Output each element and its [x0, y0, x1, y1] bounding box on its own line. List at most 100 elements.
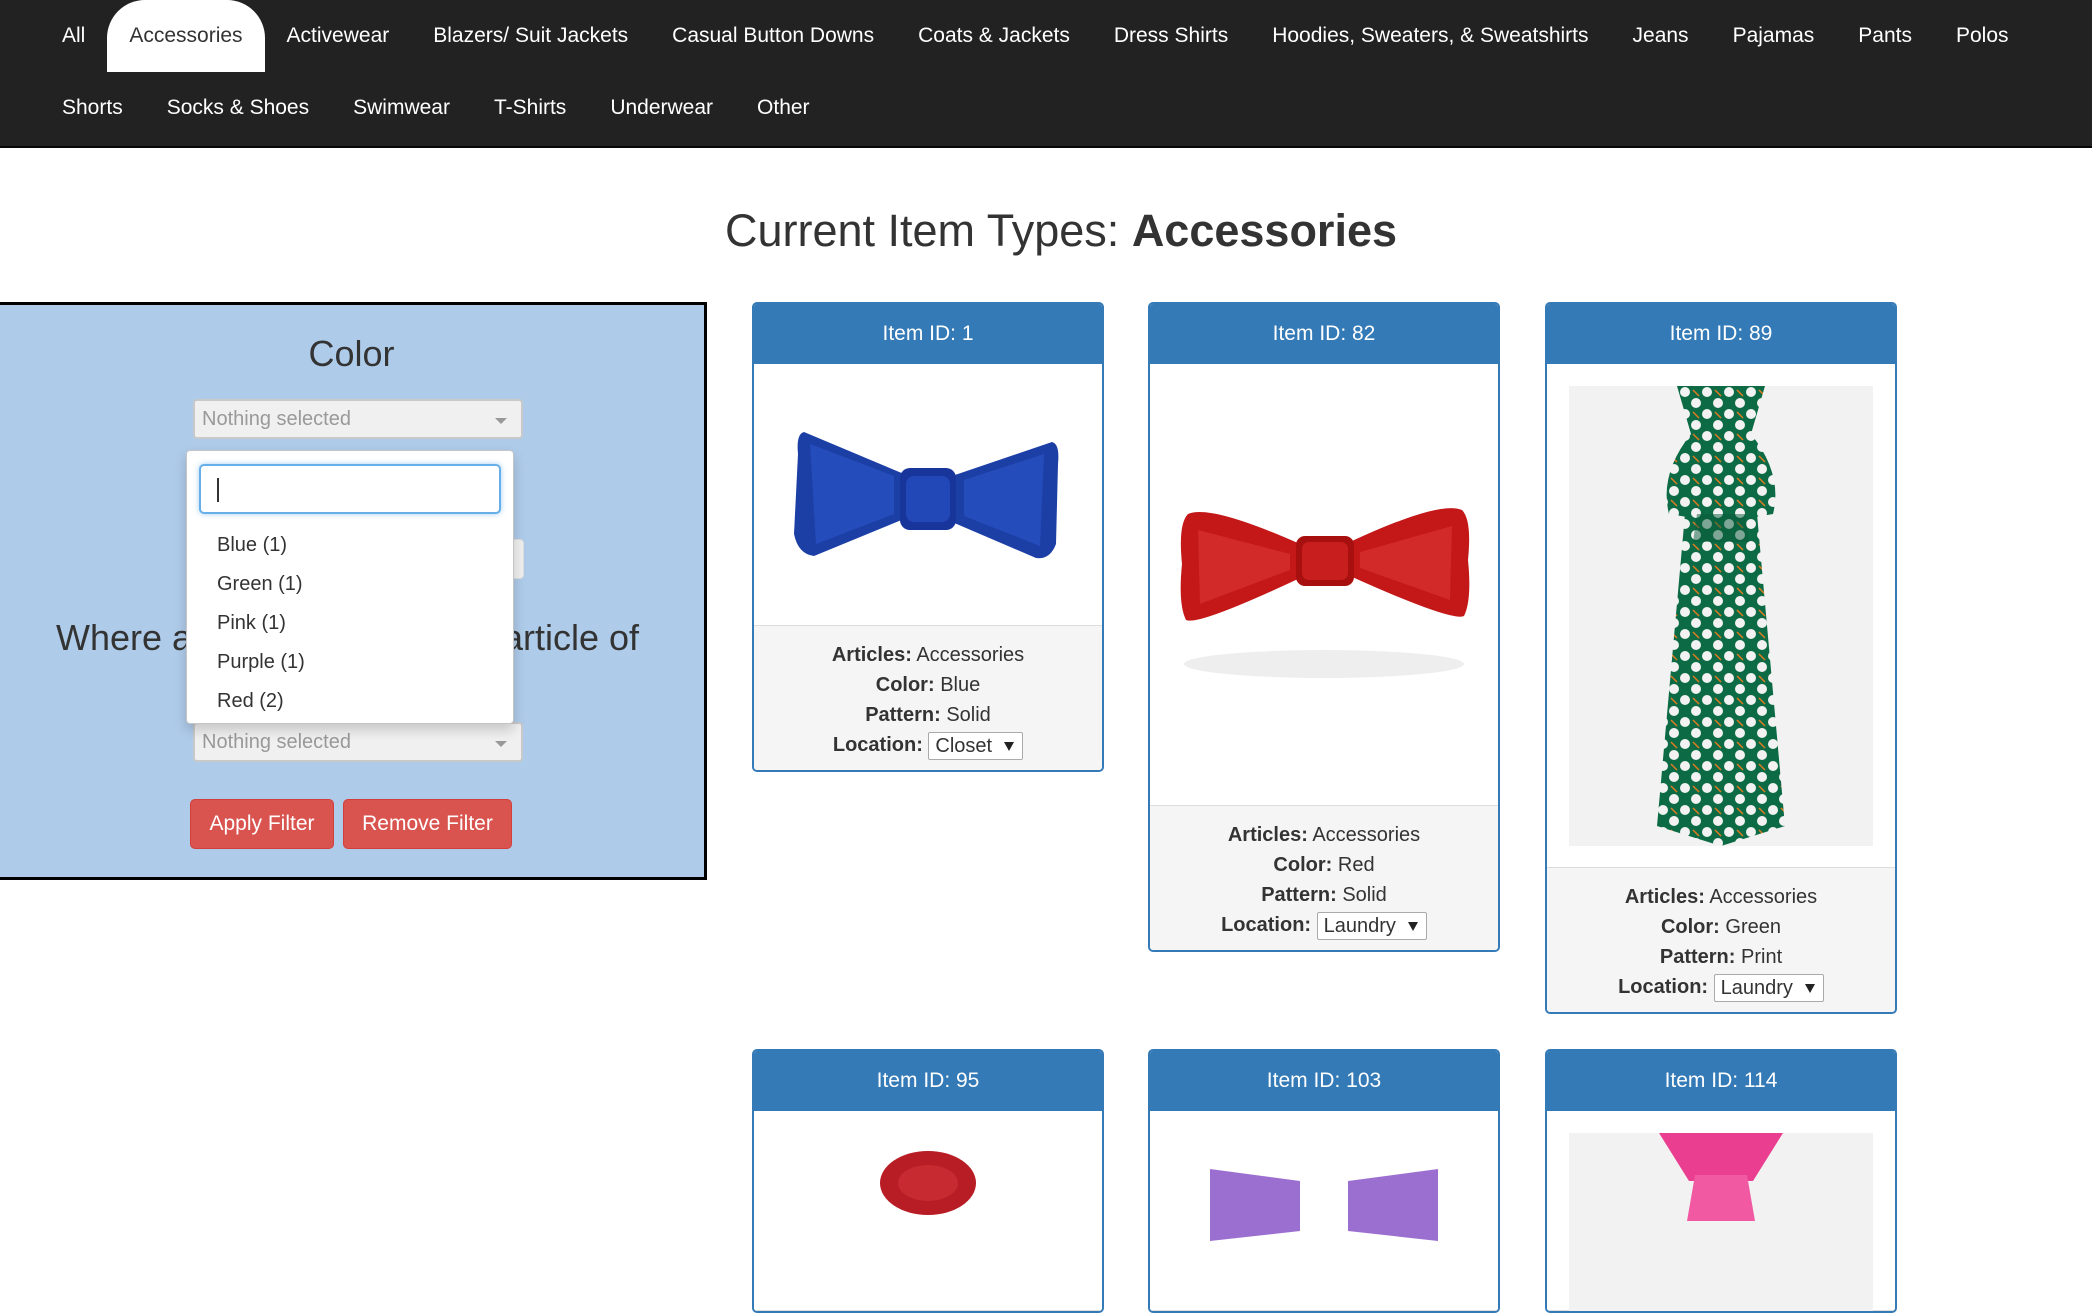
color-select-value: Nothing selected [202, 408, 351, 430]
dropdown-option-pink[interactable]: Pink (1) [187, 604, 513, 643]
where-text-left: Where a [56, 617, 193, 658]
item-card-details: Articles: Accessories Color: Green Patte… [1547, 868, 1895, 1012]
nav-item-activewear[interactable]: Activewear [265, 0, 412, 72]
nav-row-2: Shorts Socks & Shoes Swimwear T-Shirts U… [40, 75, 832, 141]
item-card-header: Item ID: 95 [754, 1051, 1102, 1111]
caret-down-icon [495, 741, 507, 747]
color-value: Blue [940, 674, 981, 696]
item-card-header: Item ID: 1 [754, 304, 1102, 364]
nav-item-swimwear[interactable]: Swimwear [331, 75, 472, 141]
nav-item-all[interactable]: All [40, 0, 107, 72]
item-card-header: Item ID: 89 [1547, 304, 1895, 364]
nav-item-pajamas[interactable]: Pajamas [1711, 0, 1837, 72]
location-select[interactable]: Closet [928, 731, 1024, 760]
color-select[interactable]: Nothing selected [193, 399, 523, 439]
dropdown-option-green[interactable]: Green (1) [187, 565, 513, 604]
page-title-prefix: Current Item Types: [724, 205, 1120, 256]
item-image-red-paisley [754, 1111, 1102, 1311]
item-card-header: Item ID: 82 [1150, 304, 1498, 364]
pattern-value: Solid [946, 704, 991, 726]
item-image-blue-bowtie [754, 364, 1102, 626]
pink-tie-icon [1569, 1133, 1873, 1311]
item-image-green-tie [1547, 364, 1895, 868]
item-image-red-bowtie [1150, 364, 1498, 806]
apply-filter-button[interactable]: Apply Filter [190, 799, 334, 849]
item-card-header: Item ID: 103 [1150, 1051, 1498, 1111]
color-label: Color: [1660, 916, 1720, 938]
page-title: Current Item Types: Accessories [0, 205, 2092, 257]
dropdown-option-red[interactable]: Red (2) [187, 682, 513, 721]
articles-value: Accessories [1312, 824, 1421, 846]
location-select-value: Laundry [1720, 976, 1793, 999]
dropdown-option-blue[interactable]: Blue (1) [187, 526, 513, 565]
nav-item-shorts[interactable]: Shorts [40, 75, 145, 141]
red-paisley-icon [880, 1151, 976, 1215]
item-card-details: Articles: Accessories Color: Blue Patter… [754, 626, 1102, 770]
pattern-value: Solid [1342, 884, 1387, 906]
item-image-purple-bowtie [1150, 1111, 1498, 1311]
pattern-label: Pattern: [1659, 946, 1736, 968]
nav-item-jeans[interactable]: Jeans [1611, 0, 1711, 72]
item-card: Item ID: 95 [752, 1049, 1104, 1313]
item-card-details: Articles: Accessories Color: Red Pattern… [1150, 806, 1498, 950]
where-text-right: article of [503, 617, 640, 658]
text-cursor [217, 478, 219, 502]
nav-item-pants[interactable]: Pants [1836, 0, 1934, 72]
item-card-header: Item ID: 114 [1547, 1051, 1895, 1111]
articles-label: Articles: [1624, 886, 1705, 908]
color-value: Green [1725, 916, 1782, 938]
location-label: Location: [1618, 976, 1709, 998]
item-card: Item ID: 1 Articles: Accessories Color: … [752, 302, 1104, 772]
secondary-select[interactable]: Nothing selected [193, 722, 523, 762]
dropdown-option-purple[interactable]: Purple (1) [187, 643, 513, 682]
purple-bowtie-icon [1210, 1169, 1438, 1241]
item-card: Item ID: 82 Articles: Accessories Color:… [1148, 302, 1500, 952]
pattern-label: Pattern: [1261, 884, 1337, 906]
pattern-label: Pattern: [865, 704, 941, 726]
item-card: Item ID: 114 [1545, 1049, 1897, 1313]
dropdown-options: Blue (1) Green (1) Pink (1) Purple (1) R… [187, 526, 513, 721]
nav-item-socks-shoes[interactable]: Socks & Shoes [145, 75, 331, 141]
nav-row-1: All Accessories Activewear Blazers/ Suit… [40, 0, 2031, 72]
item-image-pink-tie [1547, 1111, 1895, 1311]
articles-label: Articles: [1227, 824, 1308, 846]
location-select-value: Closet [935, 734, 993, 757]
articles-value: Accessories [916, 644, 1025, 666]
color-value: Red [1337, 854, 1375, 876]
location-select[interactable]: Laundry [1316, 911, 1427, 940]
nav-item-coats-jackets[interactable]: Coats & Jackets [896, 0, 1092, 72]
secondary-select-value: Nothing selected [202, 731, 351, 753]
color-dropdown-menu: Blue (1) Green (1) Pink (1) Purple (1) R… [186, 450, 514, 724]
articles-label: Articles: [831, 644, 912, 666]
triangle-down-icon [1004, 741, 1015, 751]
blue-bowtie-icon [794, 432, 1059, 559]
item-card: Item ID: 89 Articles: Accessories Color:… [1545, 302, 1897, 1014]
location-select-value: Laundry [1323, 914, 1396, 937]
remove-filter-button[interactable]: Remove Filter [343, 799, 512, 849]
nav-item-polos[interactable]: Polos [1934, 0, 2031, 72]
nav-item-casual-button-downs[interactable]: Casual Button Downs [650, 0, 896, 72]
nav-item-blazers[interactable]: Blazers/ Suit Jackets [411, 0, 650, 72]
nav-item-other[interactable]: Other [735, 75, 832, 141]
articles-value: Accessories [1709, 886, 1818, 908]
nav-item-accessories[interactable]: Accessories [107, 0, 265, 72]
red-bowtie-icon [1180, 508, 1470, 678]
caret-down-icon [495, 418, 507, 424]
location-select[interactable]: Laundry [1713, 973, 1824, 1002]
location-label: Location: [1221, 914, 1312, 936]
nav-item-hoodies[interactable]: Hoodies, Sweaters, & Sweatshirts [1250, 0, 1610, 72]
category-nav: All Accessories Activewear Blazers/ Suit… [0, 0, 2092, 148]
location-label: Location: [832, 734, 923, 756]
dropdown-search-input[interactable] [199, 464, 501, 514]
item-card: Item ID: 103 [1148, 1049, 1500, 1313]
nav-item-dress-shirts[interactable]: Dress Shirts [1092, 0, 1250, 72]
triangle-down-icon [1407, 921, 1418, 931]
green-tie-icon [1569, 386, 1873, 846]
nav-item-underwear[interactable]: Underwear [588, 75, 735, 141]
color-label: Color: [875, 674, 935, 696]
triangle-down-icon [1804, 983, 1815, 993]
nav-item-t-shirts[interactable]: T-Shirts [472, 75, 588, 141]
filter-heading: Color [308, 333, 395, 374]
color-label: Color: [1273, 854, 1333, 876]
page-title-value: Accessories [1131, 205, 1398, 256]
